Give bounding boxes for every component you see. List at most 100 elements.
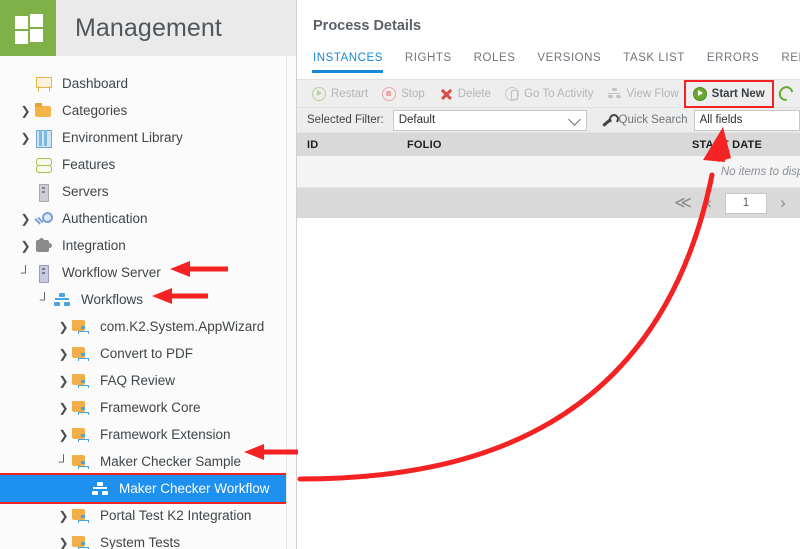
sidebar-item-maker-checker-sample[interactable]: ┘ Maker Checker Sample — [0, 448, 296, 475]
app-grid-icon[interactable] — [0, 0, 56, 56]
dashboard-icon — [34, 75, 56, 93]
sidebar-item-framework-core[interactable]: ❯ Framework Core — [0, 394, 296, 421]
tab-versions[interactable]: VERSIONS — [537, 52, 601, 72]
sidebar-item-label: Maker Checker Workflow — [119, 480, 270, 496]
expanded-elbow-icon[interactable]: ┘ — [37, 293, 52, 306]
sidebar-item-com-k2-system-appwizard[interactable]: ❯ com.K2.System.AppWizard — [0, 313, 296, 340]
folder-icon — [34, 102, 56, 120]
server-icon — [34, 183, 56, 202]
view-flow-label: View Flow — [626, 87, 679, 100]
workflow-folder-icon — [72, 399, 94, 417]
wrench-icon — [601, 113, 619, 127]
main-panel: Process Details INSTANCES RIGHTS ROLES VERS… — [297, 0, 800, 549]
chevron-right-icon[interactable]: ❯ — [18, 240, 33, 252]
go-to-activity-label: Go To Activity — [524, 87, 594, 100]
chevron-right-icon[interactable]: ❯ — [56, 402, 71, 414]
delete-button: Delete — [432, 82, 498, 106]
sidebar-item-framework-extension[interactable]: ❯ Framework Extension — [0, 421, 296, 448]
chevron-right-icon[interactable]: ❯ — [56, 321, 71, 333]
column-header-id[interactable]: ID — [297, 139, 407, 151]
expanded-elbow-icon[interactable]: ┘ — [18, 266, 33, 279]
sidebar-title: Management — [75, 13, 222, 42]
start-new-button[interactable]: Start New — [683, 79, 774, 108]
sidebar-item-label: com.K2.System.AppWizard — [100, 318, 265, 334]
sidebar-item-workflows[interactable]: ┘ Workflows — [0, 286, 296, 313]
chevron-right-icon[interactable]: ❯ — [18, 105, 33, 117]
sidebar-item-label: Maker Checker Sample — [100, 453, 242, 469]
column-header-start-date[interactable]: START DATE — [632, 139, 762, 151]
sidebar-item-label: Framework Core — [100, 399, 201, 415]
instances-toolbar[interactable]: Restart Stop Delete Go To Activity View Flow… — [297, 79, 800, 108]
sidebar-item-label: Authentication — [62, 210, 148, 226]
chevron-down-icon — [567, 112, 581, 126]
sidebar-item-categories[interactable]: ❯ Categories — [0, 97, 296, 124]
puzzle-icon — [34, 237, 56, 255]
sidebar-item-label: Integration — [62, 237, 126, 253]
sidebar-item-dashboard[interactable]: Dashboard — [0, 70, 296, 97]
sidebar-item-label: Environment Library — [62, 129, 183, 145]
tab-rights[interactable]: RIGHTS — [405, 52, 452, 72]
view-flow-icon — [607, 87, 621, 101]
stop-circle-icon — [382, 86, 397, 101]
sidebar-item-label: Portal Test K2 Integration — [100, 507, 252, 523]
quick-search-label: Quick Search — [618, 114, 688, 126]
sidebar-item-integration[interactable]: ❯ Integration — [0, 232, 296, 259]
chevron-right-icon[interactable]: ❯ — [56, 537, 71, 549]
sidebar-item-maker-checker-workflow[interactable]: Maker Checker Workflow — [0, 473, 292, 504]
sidebar-item-label: Workflow Server — [62, 264, 161, 280]
navigation-tree[interactable]: Dashboard ❯ Categories ❯ Environment Library… — [0, 56, 296, 549]
chevron-right-icon[interactable]: ❯ — [56, 510, 71, 522]
features-icon — [34, 156, 56, 174]
chevron-right-icon[interactable]: ❯ — [56, 429, 71, 441]
tab-bar[interactable]: INSTANCES RIGHTS ROLES VERSIONS TASK LIST ERR… — [297, 52, 800, 80]
restart-label: Restart — [331, 87, 369, 100]
sidebar-item-environment-library[interactable]: ❯ Environment Library — [0, 124, 296, 151]
go-to-activity-button: Go To Activity — [498, 82, 600, 106]
sidebar-item-features[interactable]: Features — [0, 151, 296, 178]
quick-search-button[interactable]: Quick Search — [601, 113, 688, 127]
sidebar-item-workflow-server[interactable]: ┘ Workflow Server — [0, 259, 296, 286]
chevron-prev-icon[interactable]: ‹ — [696, 190, 722, 216]
sidebar-item-label: Servers — [62, 183, 109, 199]
grid-header-row: ID FOLIO START DATE — [297, 133, 800, 156]
chevron-right-icon[interactable]: ❯ — [56, 348, 71, 360]
expanded-elbow-icon[interactable]: ┘ — [56, 455, 71, 468]
sidebar-item-label: Framework Extension — [100, 426, 231, 442]
delete-x-icon — [439, 87, 453, 101]
chevron-next-icon[interactable]: › — [770, 190, 796, 216]
chevron-right-icon[interactable]: ❯ — [56, 375, 71, 387]
selected-filter-dropdown[interactable]: Default — [392, 109, 587, 131]
sidebar-item-portal-test-k2-integration[interactable]: ❯ Portal Test K2 Integration — [0, 502, 296, 529]
tab-reports[interactable]: REPORTS — [781, 52, 800, 72]
grid-empty-row: No items to display — [297, 156, 800, 188]
sidebar-item-servers[interactable]: Servers — [0, 178, 296, 205]
chevron-right-icon[interactable]: ❯ — [18, 132, 33, 144]
workflow-folder-icon — [72, 534, 94, 549]
tab-roles[interactable]: ROLES — [474, 52, 516, 72]
sidebar-header: Management — [0, 0, 296, 56]
column-header-folio[interactable]: FOLIO — [407, 139, 632, 151]
workflow-folder-icon — [72, 426, 94, 444]
page-number-input[interactable]: 1 — [725, 192, 767, 214]
sidebar-item-system-tests[interactable]: ❯ System Tests — [0, 529, 296, 549]
go-to-activity-icon — [505, 86, 519, 101]
chevron-right-icon[interactable]: ❯ — [18, 213, 33, 225]
sidebar-scrollbar[interactable] — [286, 56, 296, 549]
tab-instances[interactable]: INSTANCES — [312, 52, 383, 73]
quick-search-field[interactable]: All fields — [693, 109, 800, 131]
restart-button: Restart — [305, 82, 375, 106]
play-circle-icon — [312, 86, 326, 101]
page-title: Process Details — [313, 18, 422, 34]
grid-pager[interactable]: ≪ ‹ 1 › — [297, 188, 800, 218]
refresh-button[interactable] — [772, 82, 800, 106]
sidebar-item-convert-to-pdf[interactable]: ❯ Convert to PDF — [0, 340, 296, 367]
tab-task-list[interactable]: TASK LIST — [623, 52, 685, 72]
quick-search-value: All fields — [699, 114, 743, 126]
workflow-server-icon — [34, 264, 56, 283]
sidebar-item-authentication[interactable]: ❯ Authentication — [0, 205, 296, 232]
tab-errors[interactable]: ERRORS — [707, 52, 760, 72]
chevron-first-icon[interactable]: ≪ — [670, 190, 696, 216]
sidebar-item-faq-review[interactable]: ❯ FAQ Review — [0, 367, 296, 394]
